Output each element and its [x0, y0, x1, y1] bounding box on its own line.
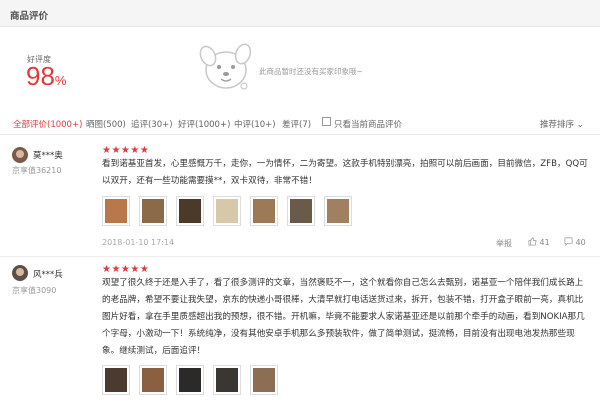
rating-stars: ★★★★★: [102, 264, 150, 275]
reply-button[interactable]: 40: [564, 237, 586, 247]
review-photo[interactable]: [287, 196, 315, 226]
review-photo[interactable]: [176, 365, 204, 395]
like-button[interactable]: 41: [528, 237, 550, 247]
like-count: 41: [539, 238, 550, 247]
review-date: 2018-01-10 17:14: [102, 238, 175, 247]
no-impression-text: 此商品暂时还没有买家印象哦~: [259, 67, 363, 76]
only-current-label[interactable]: 只看当前商品评价: [334, 118, 402, 130]
tab-negative[interactable]: 差评(7): [282, 118, 311, 130]
review-photo[interactable]: [102, 196, 130, 226]
reviewer-name: 风***兵: [33, 270, 63, 280]
review-photo[interactable]: [213, 196, 241, 226]
reviewer-level: 京享值3090: [12, 286, 57, 295]
thumbs-up-icon: [528, 237, 537, 246]
review-photo[interactable]: [139, 365, 167, 395]
reviewer-level: 京享值36210: [12, 166, 62, 175]
tab-neutral[interactable]: 中评(10+): [234, 118, 276, 130]
mascot-dog-icon: [199, 43, 252, 90]
review-photo[interactable]: [139, 196, 167, 226]
tab-all[interactable]: 全部评价(1000+): [13, 118, 82, 130]
sort-label: 推荐排序: [540, 120, 575, 130]
avatar: [12, 265, 28, 281]
review-thumbnails: [102, 196, 352, 226]
report-link[interactable]: 举报: [496, 238, 512, 249]
review-photo[interactable]: [324, 196, 352, 226]
review-photo[interactable]: [213, 365, 241, 395]
sort-dropdown[interactable]: 推荐排序 ⌄: [540, 118, 584, 130]
review-photo[interactable]: [250, 196, 278, 226]
chevron-down-icon: ⌄: [576, 120, 584, 130]
review-item: 莫***奥 京享值36210 ★★★★★ 看到诺基亚首发，心里感慨万千，走你，一…: [0, 135, 600, 257]
tab-positive[interactable]: 好评(1000+): [178, 118, 230, 130]
filter-bar: 全部评价(1000+) 晒图(500) 追评(30+) 好评(1000+) 中评…: [0, 111, 600, 135]
reviewer-name: 莫***奥: [33, 151, 63, 161]
review-photo[interactable]: [176, 196, 204, 226]
tab-followup[interactable]: 追评(30+): [131, 118, 173, 130]
section-header: 商品评价: [0, 0, 600, 27]
rate-value: 98%: [26, 63, 66, 94]
rate-number: 98: [26, 61, 55, 91]
comment-icon: [564, 237, 573, 246]
review-thumbnails: [102, 365, 278, 395]
rating-stars: ★★★★★: [102, 145, 150, 156]
reply-count: 40: [575, 238, 586, 247]
rate-unit: %: [54, 73, 67, 88]
review-text: 观望了很久终于还是入手了，看了很多测评的文章，当然褒贬不一，这个就看你自己怎么去…: [102, 278, 585, 356]
section-title: 商品评价: [10, 11, 49, 22]
review-photo[interactable]: [102, 365, 130, 395]
review-text: 看到诺基亚首发，心里感慨万千，走你，一为情怀，二为寄望。这款手机特别漂亮，拍照可…: [102, 159, 588, 186]
tab-photos[interactable]: 晒图(500): [86, 118, 126, 130]
only-current-checkbox[interactable]: [322, 117, 331, 126]
review-photo[interactable]: [250, 365, 278, 395]
review-item: 风***兵 京享值3090 ★★★★★ 观望了很久终于还是入手了，看了很多测评的…: [0, 257, 600, 400]
avatar: [12, 147, 28, 163]
